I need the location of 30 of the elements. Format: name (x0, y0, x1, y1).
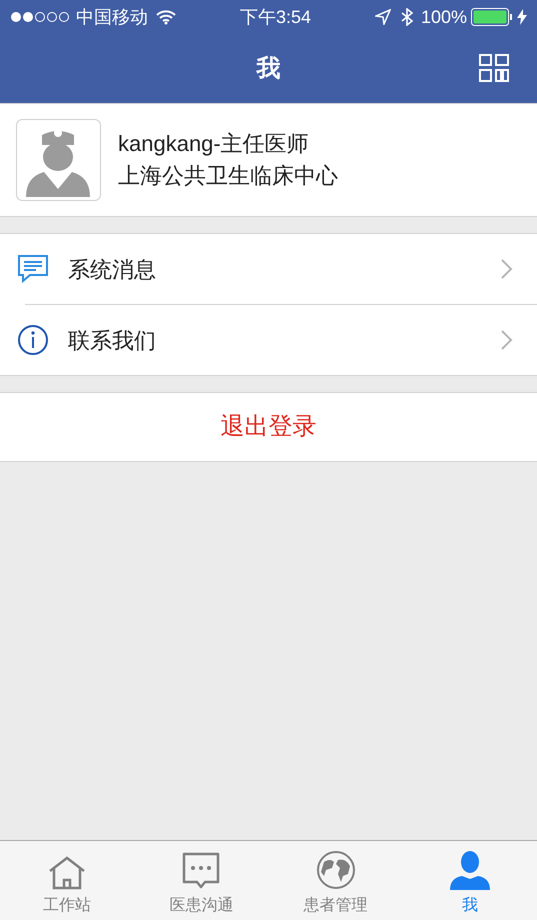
person-icon (448, 850, 491, 890)
menu-item[interactable]: 联系我们 (0, 305, 537, 375)
wifi-icon (156, 9, 176, 25)
tab-item[interactable]: 工作站 (0, 841, 134, 920)
chevron-icon (501, 330, 513, 350)
battery-percentage: 100% (420, 6, 467, 28)
carrier-name: 中国移动 (76, 6, 148, 28)
qr-code-icon[interactable] (479, 54, 509, 82)
location-icon (374, 9, 391, 25)
charging-icon (517, 9, 527, 25)
menu-item[interactable]: 系统消息 (0, 234, 537, 304)
hospital-name: 上海公共卫生临床中心 (118, 162, 338, 190)
chevron-icon (501, 259, 513, 279)
info-icon (17, 324, 49, 356)
clock-time: 下午3:54 (240, 6, 311, 28)
bluetooth-icon (400, 8, 413, 26)
nav-title: 我 (256, 54, 280, 84)
chat-bubble-icon (181, 852, 222, 890)
message-icon (17, 254, 49, 284)
signal-icon (10, 11, 70, 23)
tab-item[interactable]: 患者管理 (268, 841, 403, 920)
menu-label: 联系我们 (68, 326, 157, 354)
house-icon (48, 856, 86, 890)
globe-icon (316, 850, 356, 890)
doctor-name: kangkang-主任医师 (118, 130, 310, 158)
tab-item[interactable]: 我 (402, 841, 537, 920)
menu-label: 系统消息 (68, 256, 157, 284)
logout-button[interactable]: 退出登录 (0, 392, 537, 462)
battery-icon (471, 8, 513, 26)
tab-item[interactable]: 医患沟通 (134, 841, 268, 920)
